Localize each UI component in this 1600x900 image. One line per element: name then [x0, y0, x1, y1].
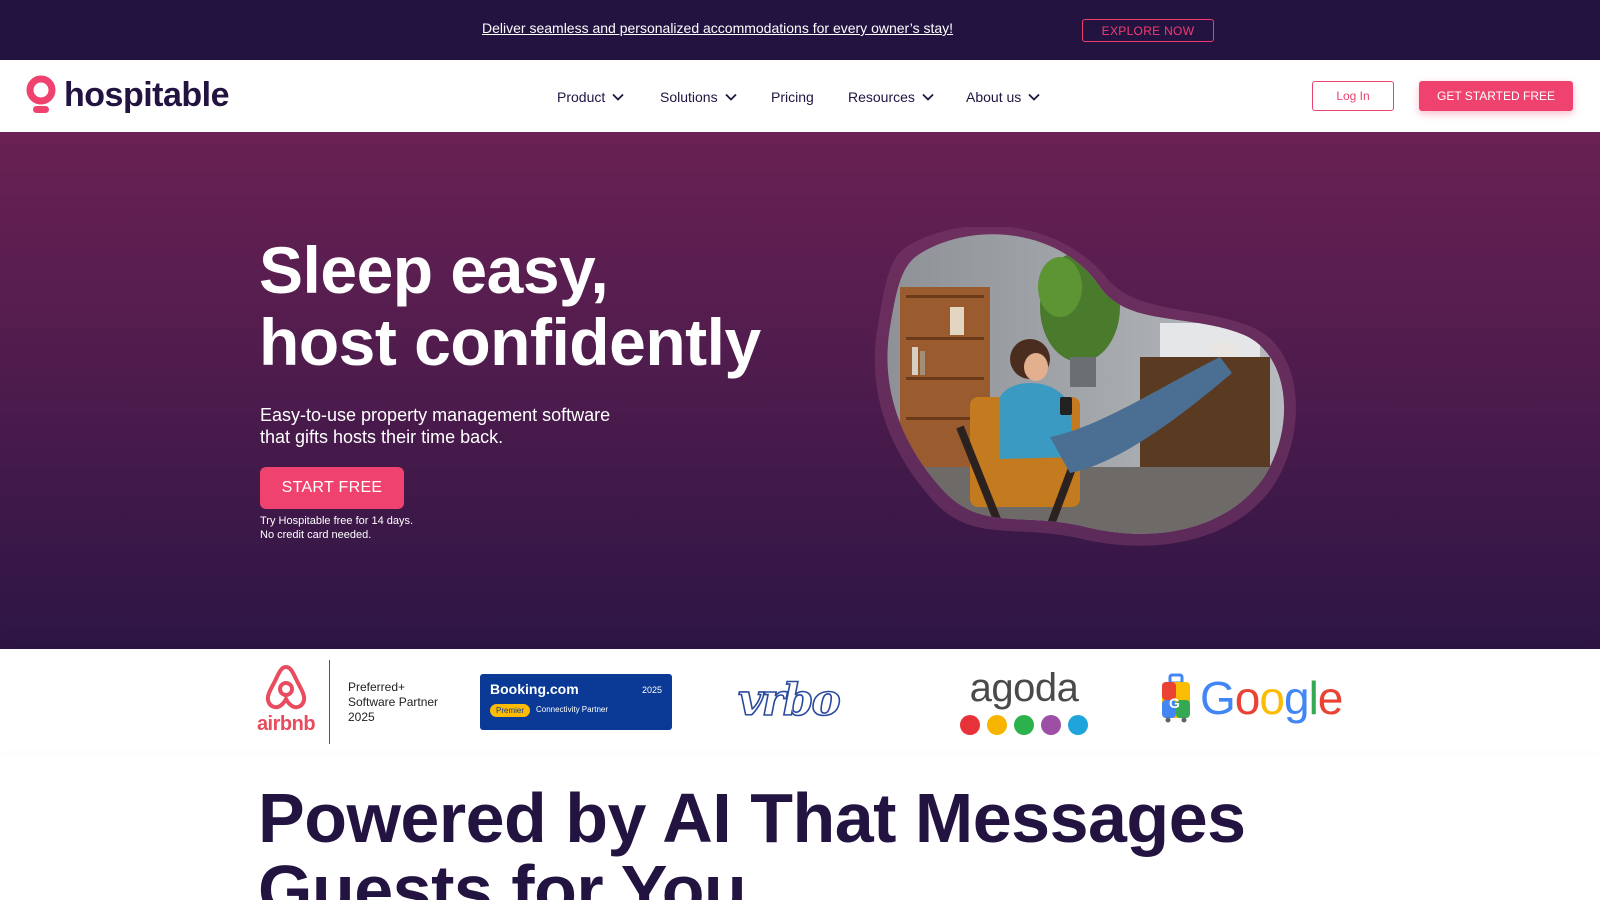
hero-photo-woman-on-phone: [874, 227, 1296, 546]
agoda-logo: agoda: [958, 667, 1090, 737]
get-started-free-button[interactable]: GET STARTED FREE: [1419, 81, 1573, 111]
hero-section: Sleep easy, host confidently Easy-to-use…: [0, 132, 1600, 649]
airbnb-partner-badge: airbnb Preferred+ Software Partner 2025: [255, 660, 438, 744]
nav-pricing[interactable]: Pricing: [771, 86, 814, 108]
hero-title-line-2: host confidently: [259, 305, 761, 379]
booking-partner-label: Connectivity Partner: [536, 705, 609, 714]
chevron-down-icon: [612, 93, 624, 101]
partner-logos-strip: airbnb Preferred+ Software Partner 2025 …: [0, 649, 1600, 751]
login-button[interactable]: Log In: [1312, 81, 1394, 111]
trial-note: Try Hospitable free for 14 days. No cred…: [260, 514, 413, 542]
agoda-dot: [1014, 715, 1034, 735]
nav-about-us[interactable]: About us: [966, 86, 1040, 108]
brand-wordmark: hospitable: [64, 75, 230, 114]
airbnb-line-3: 2025: [348, 709, 375, 724]
announcement-link[interactable]: Deliver seamless and personalized accomm…: [482, 20, 953, 36]
hero-subtitle-line-2: that gifts hosts their time back.: [260, 427, 504, 447]
nav-label: About us: [966, 89, 1022, 105]
trial-note-line-1: Try Hospitable free for 14 days.: [260, 515, 414, 527]
hero-subtitle-line-1: Easy-to-use property management software: [260, 405, 611, 425]
nav-product[interactable]: Product: [557, 86, 624, 108]
ai-section-title-line-1: Powered by AI That Messages: [258, 779, 1246, 857]
site-header: hospitable Product Solutions Pricing Res…: [0, 60, 1600, 132]
airbnb-wordmark: airbnb: [256, 713, 316, 735]
google-travel-suitcase-icon: G: [1162, 673, 1190, 723]
trial-note-line-2: No credit card needed.: [260, 529, 372, 541]
hospitable-logo-icon: [26, 75, 56, 113]
chevron-down-icon: [922, 93, 934, 101]
airbnb-logo: airbnb: [255, 663, 317, 741]
brand-logo[interactable]: hospitable: [26, 75, 230, 115]
chevron-down-icon: [724, 93, 737, 101]
nav-label: Resources: [848, 89, 915, 105]
start-free-button[interactable]: START FREE: [260, 467, 404, 509]
hero-title: Sleep easy, host confidently: [259, 234, 819, 378]
agoda-wordmark: agoda: [969, 666, 1079, 710]
agoda-dots: [958, 715, 1090, 735]
agoda-dot: [1068, 715, 1088, 735]
hero-subtitle: Easy-to-use property management software…: [260, 404, 680, 448]
google-wordmark: Google: [1200, 672, 1343, 724]
agoda-dot: [1041, 715, 1061, 735]
vrbo-wordmark: vrbo: [738, 677, 840, 725]
booking-premier-pill: Premier: [490, 704, 531, 717]
nav-solutions[interactable]: Solutions: [660, 86, 737, 108]
announcement-bar: Deliver seamless and personalized accomm…: [0, 0, 1600, 60]
vrbo-logo: vrbo: [737, 677, 842, 725]
booking-year: 2025: [641, 685, 662, 695]
airbnb-partner-text: Preferred+ Software Partner 2025: [348, 680, 438, 725]
agoda-dot: [960, 715, 980, 735]
nav-resources[interactable]: Resources: [848, 86, 934, 108]
explore-now-button[interactable]: EXPLORE NOW: [1082, 19, 1214, 42]
booking-partner-badge: Booking.com 2025 Premier Connectivity Pa…: [480, 674, 672, 730]
badge-divider: [329, 660, 330, 744]
agoda-dot: [987, 715, 1007, 735]
svg-text:G: G: [1169, 695, 1180, 711]
airbnb-belo-icon: [265, 664, 307, 710]
booking-wordmark: Booking.com: [490, 681, 579, 697]
nav-label: Pricing: [771, 89, 814, 105]
airbnb-line-1: Preferred+: [348, 679, 406, 694]
ai-section-title-line-2: Guests for You: [258, 851, 747, 900]
hero-title-line-1: Sleep easy,: [259, 233, 609, 307]
chevron-down-icon: [1028, 93, 1040, 101]
nav-label: Solutions: [660, 89, 718, 105]
nav-label: Product: [557, 89, 606, 105]
airbnb-line-2: Software Partner: [348, 694, 439, 709]
google-logo: G Google: [1160, 668, 1343, 728]
ai-section-title: Powered by AI That Messages Guests for Y…: [258, 782, 1358, 900]
